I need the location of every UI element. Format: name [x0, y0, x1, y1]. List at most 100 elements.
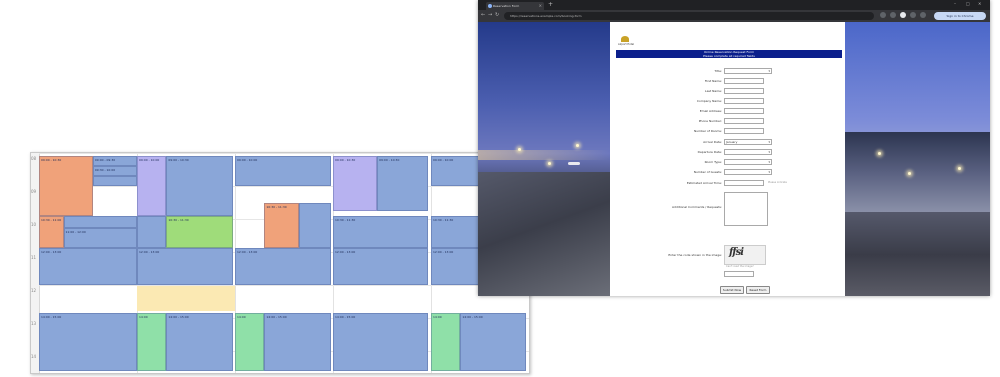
maximize-icon[interactable]: □ [966, 1, 970, 6]
field-label: Title: [714, 69, 722, 73]
event-time: 09:00 - 10:30 [379, 158, 400, 162]
field-label: Room Type: [704, 160, 722, 164]
form-row: Number of Guests: ▾ [610, 169, 845, 177]
select-field[interactable]: ▾ [724, 149, 772, 155]
captcha-hint[interactable]: Can't read the image? [726, 265, 754, 268]
time-label: 11 [31, 255, 37, 260]
event-time: 12:00 - 13:00 [139, 250, 160, 254]
event-time: 14:00 - 15:00 [266, 315, 287, 319]
field-label: Estimated Arrival Time: [686, 181, 722, 185]
browser-tab[interactable]: Reservation Form × [486, 2, 544, 10]
form-header-subtitle: Please complete all required fields [703, 54, 755, 58]
calendar-event[interactable]: 09:00 - 10:30 [377, 156, 429, 211]
calendar-event[interactable]: 09:00 - 10:30 [333, 156, 378, 211]
submit-button[interactable]: Submit Now [720, 286, 744, 294]
chevron-down-icon: ▾ [768, 150, 770, 154]
calendar-event[interactable]: 12:00 - 13:00 [235, 248, 332, 285]
calendar-event[interactable]: 10:30 - 11:30 [166, 216, 234, 248]
calendar-event[interactable]: 14:00 [137, 313, 167, 371]
calendar-event[interactable] [137, 216, 167, 248]
bookmark-icon[interactable] [890, 12, 896, 18]
time-label: 14 [31, 354, 37, 359]
calendar-event[interactable]: 14:00 [431, 313, 461, 371]
form-row: First Name: [610, 78, 845, 86]
event-time: 09:00 - 09:30 [94, 158, 116, 162]
event-time: 10:30 - 11:30 [335, 218, 356, 222]
event-time: 12:00 - 13:00 [335, 250, 356, 254]
calendar-screenshot: 08 09 10 11 12 13 14 09:00 - 10:30 10:30 - 11:0… [30, 152, 530, 374]
download-icon[interactable] [910, 12, 916, 18]
select-field[interactable]: ▾ [724, 68, 772, 74]
profile-button[interactable]: Sign in to Chrome [934, 12, 986, 20]
calendar-event[interactable]: 12:00 - 13:00 [333, 248, 429, 285]
back-icon[interactable]: ← [481, 12, 485, 18]
event-time: 09:00 - 10:30 [41, 158, 62, 162]
calendar-event[interactable]: 10:30 - 11:30 [333, 216, 429, 248]
event-time: 10:30 - 11:30 [266, 205, 287, 209]
calendar-event[interactable]: 14:00 - 15:00 [39, 313, 137, 371]
text-field[interactable] [724, 108, 764, 114]
calendar-event[interactable]: 09:00 - 09:30 [92, 156, 137, 166]
calendar-event[interactable]: 14:00 - 15:00 [460, 313, 527, 371]
select-field[interactable]: January ▾ [724, 139, 772, 145]
favicon-icon [488, 4, 492, 8]
calendar-event[interactable]: 10:30 - 11:00 [39, 216, 64, 248]
tab-close-icon[interactable]: × [539, 2, 542, 10]
close-window-icon[interactable]: ✕ [978, 1, 981, 6]
browser-window: Reservation Form × + – □ ✕ ← → ↻ https:/… [478, 0, 990, 296]
forward-icon[interactable]: → [488, 12, 492, 18]
time-label: 08 [31, 156, 37, 161]
calendar-event[interactable] [63, 216, 137, 228]
calendar-event[interactable]: 14:00 [235, 313, 265, 371]
captcha-image: ffsi [724, 245, 766, 265]
text-field[interactable] [724, 128, 764, 134]
text-field[interactable] [724, 78, 764, 84]
reload-icon[interactable]: ↻ [495, 12, 499, 18]
comments-textarea[interactable] [724, 192, 768, 226]
calendar-event[interactable]: 14:00 - 15:00 [166, 313, 234, 371]
calendar-event[interactable]: 11:00 - 12:00 [63, 228, 137, 248]
reset-button[interactable]: Reset Form [746, 286, 770, 294]
select-field[interactable]: ▾ [724, 159, 772, 165]
form-header: Online Reservation Request Form Please c… [616, 50, 842, 58]
text-field[interactable] [724, 180, 764, 186]
calendar-event[interactable]: 10:30 - 11:30 [264, 203, 299, 248]
captcha-input[interactable] [724, 271, 754, 277]
hour-line [39, 186, 529, 187]
calendar-event[interactable]: 12:00 - 13:00 [137, 248, 234, 285]
calendar-event[interactable]: 09:30 - 10:00 [92, 166, 137, 176]
calendar-event[interactable] [92, 176, 137, 186]
event-time: 09:30 - 10:00 [94, 168, 116, 172]
field-label: Company Name: [696, 99, 722, 103]
calendar-event[interactable]: 14:00 - 15:00 [264, 313, 332, 371]
field-label: Last Name: [704, 89, 722, 93]
text-field[interactable] [724, 98, 764, 104]
event-time: 14:00 [433, 315, 442, 319]
calendar-event[interactable]: 14:00 - 15:00 [333, 313, 429, 371]
calendar-event[interactable]: 09:00 - 10:00 [235, 156, 332, 186]
minimize-icon[interactable]: – [954, 1, 956, 6]
text-field[interactable] [724, 88, 764, 94]
calendar-event[interactable]: 12:00 - 13:00 [39, 248, 137, 285]
time-label: 10 [31, 222, 37, 227]
form-row: Last Name: [610, 88, 845, 96]
calendar-event[interactable]: 09:00 - 10:00 [137, 156, 167, 216]
event-time: 09:00 - 10:00 [237, 158, 258, 162]
tarmac-image [478, 172, 610, 296]
event-time: 12:00 - 13:00 [41, 250, 62, 254]
menu-icon[interactable] [920, 12, 926, 18]
calendar-event[interactable]: 09:00 - 10:30 [166, 156, 234, 216]
new-tab-icon[interactable]: + [548, 1, 553, 8]
extensions-icon[interactable] [880, 12, 886, 18]
event-time: 14:00 - 15:00 [335, 315, 356, 319]
calendar-event[interactable]: 09:00 - 10:30 [39, 156, 93, 216]
form-row: Number of Rooms: [610, 128, 845, 136]
account-icon[interactable] [900, 12, 906, 18]
text-field[interactable] [724, 118, 764, 124]
calendar-grid: 09:00 - 10:30 10:30 - 11:00 09:00 - 09:30 0… [39, 153, 529, 373]
form-row: Estimated Arrival Time: Please indicate [610, 180, 845, 188]
address-bar[interactable]: https://reservations.example.com/booking… [504, 12, 874, 20]
field-label: First Name: [704, 79, 722, 83]
calendar-event[interactable] [298, 203, 332, 248]
select-field[interactable]: ▾ [724, 169, 772, 175]
